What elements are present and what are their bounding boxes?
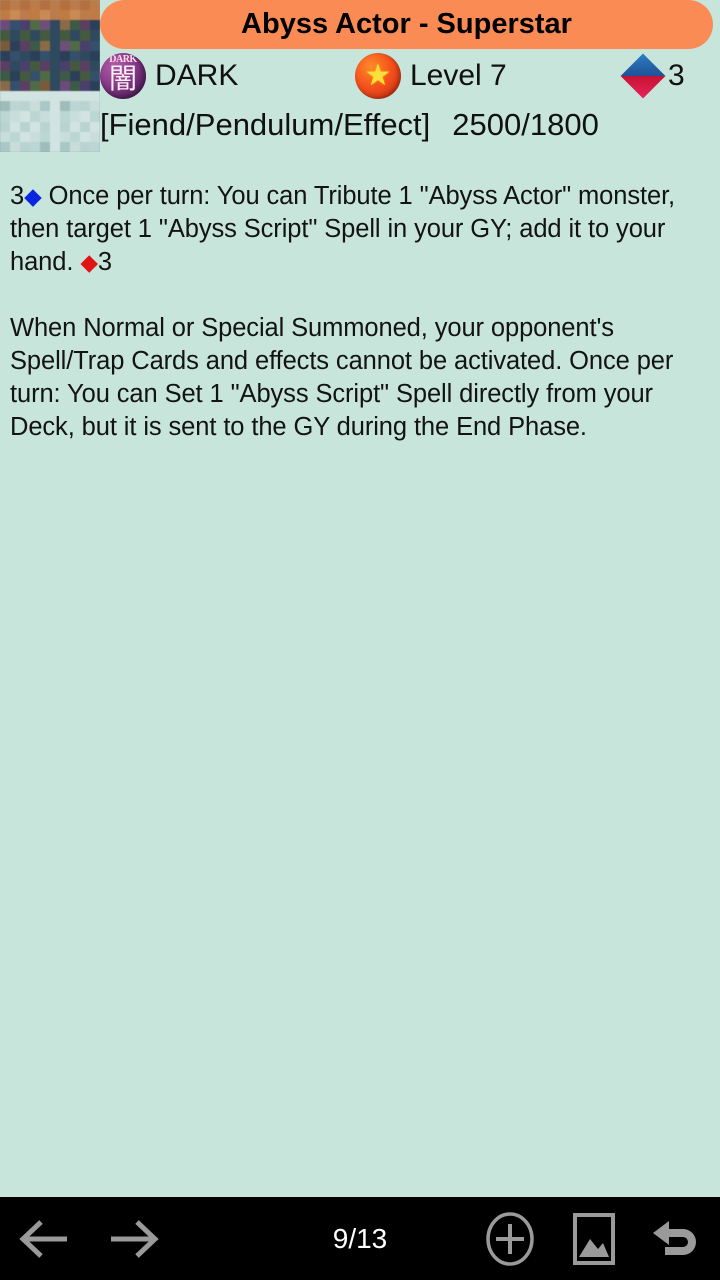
- card-artwork-pixels: [0, 0, 100, 152]
- pendulum-effect-paragraph: 3◆ Once per turn: You can Tribute 1 "Aby…: [10, 180, 710, 279]
- back-button[interactable]: [636, 1197, 720, 1280]
- plus-circle-icon: [486, 1211, 534, 1266]
- card-header: Abyss Actor - Superstar DARK 闇 DARK ★ Le…: [0, 0, 720, 152]
- attribute-group: DARK 闇 DARK: [100, 53, 355, 99]
- image-button[interactable]: [552, 1197, 636, 1280]
- dark-attribute-icon: DARK 闇: [100, 53, 146, 99]
- blue-diamond-icon: ◆: [24, 183, 42, 209]
- previous-card-button[interactable]: [0, 1197, 90, 1280]
- level-group: ★ Level 7: [355, 53, 620, 99]
- arrow-right-icon: [111, 1219, 159, 1258]
- picture-icon: [573, 1212, 615, 1265]
- arrow-left-icon: [19, 1219, 67, 1258]
- card-artwork-thumbnail[interactable]: [0, 0, 100, 152]
- card-type-line: [Fiend/Pendulum/Effect]: [100, 107, 431, 142]
- pendulum-scale-group: 3: [620, 53, 685, 99]
- pendulum-scale-right-value: 3: [97, 248, 112, 276]
- next-card-button[interactable]: [88, 1197, 178, 1280]
- monster-effect-paragraph: When Normal or Special Summoned, your op…: [10, 314, 674, 441]
- card-title-bar: Abyss Actor - Superstar: [100, 0, 713, 49]
- level-label: Level 7: [410, 59, 507, 92]
- page-title: Abyss Actor - Superstar: [241, 8, 572, 40]
- page-counter: 9/13: [332, 1222, 388, 1254]
- attribute-label: DARK: [155, 59, 239, 92]
- star-glyph: ★: [364, 59, 392, 92]
- pendulum-scale-value: 3: [668, 59, 685, 92]
- card-text-body: 3◆ Once per turn: You can Tribute 1 "Aby…: [10, 180, 710, 477]
- level-star-icon: ★: [355, 53, 401, 99]
- card-attribute-row: DARK 闇 DARK ★ Level 7 3: [100, 50, 720, 102]
- red-diamond-icon: ◆: [80, 249, 98, 275]
- pendulum-scale-icon: [620, 53, 666, 99]
- card-atk-def: 2500/1800: [452, 107, 599, 142]
- dark-attribute-icon-kanji: 闇: [108, 62, 137, 95]
- undo-arrow-icon: [653, 1220, 696, 1255]
- pendulum-scale-left-value: 3: [10, 182, 25, 210]
- bottom-navigation-bar: 9/13: [0, 1197, 720, 1280]
- add-button[interactable]: [468, 1197, 552, 1280]
- card-type-row: [Fiend/Pendulum/Effect] 2500/1800: [100, 102, 720, 148]
